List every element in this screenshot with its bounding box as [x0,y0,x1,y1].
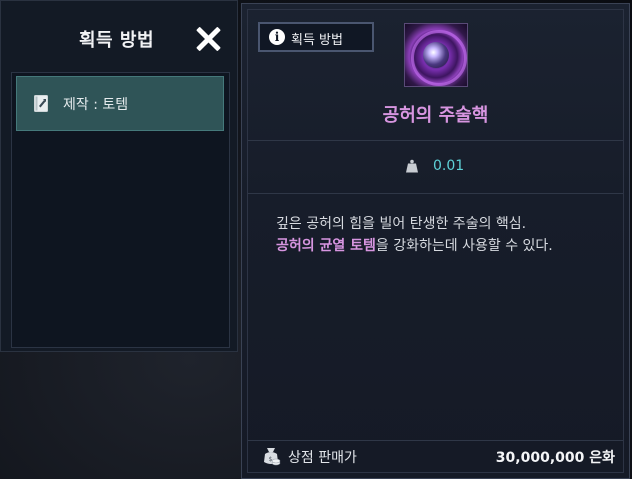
shop-sell-price-row: $ 상점 판매가 30,000,000 은화 [248,440,623,473]
acquisition-method-button-label: 획득 방법 [291,33,343,48]
method-item-crafting-totem[interactable]: 제작 : 토템 [16,76,224,131]
close-icon[interactable] [195,25,223,53]
acquisition-method-list: 제작 : 토템 [11,72,230,348]
crafting-book-icon [34,95,48,112]
method-item-label: 제작 : 토템 [63,97,129,113]
shop-sell-price-label: 상점 판매가 [288,450,357,466]
shop-sell-price-value: 30,000,000 은화 [495,450,615,466]
description-highlight-totem: 공허의 균열 토템 [276,238,376,254]
acquisition-panel-title: 획득 방법 [79,30,155,51]
item-description: 깊은 공허의 힘을 빌어 탄생한 주술의 핵심. 공허의 균열 토템을 강화하는… [276,213,553,257]
acquisition-method-button[interactable]: i 획득 방법 [258,22,374,52]
acquisition-panel: 획득 방법 제작 : 토템 [0,0,238,352]
item-weight-value: 0.01 [433,158,465,174]
description-line-1: 깊은 공허의 힘을 빌어 탄생한 주술의 핵심. [276,216,527,232]
silver-coin-icon: $ [264,448,281,466]
info-icon: i [269,29,285,45]
item-icon-void-core [404,23,468,87]
svg-text:$: $ [269,456,273,463]
acquisition-panel-header: 획득 방법 [1,1,237,71]
divider [248,140,623,141]
item-name: 공허의 주술핵 [382,105,489,126]
weight-icon [406,159,418,173]
description-line-2-rest: 을 강화하는데 사용할 수 있다. [375,238,553,254]
item-tooltip-card: i 획득 방법 공허의 주술핵 0.01 깊은 공허의 힘을 빌어 탄생한 주술… [241,3,630,479]
divider [248,193,623,194]
description-line-2: 공허의 균열 토템을 강화하는데 사용할 수 있다. [276,235,553,257]
